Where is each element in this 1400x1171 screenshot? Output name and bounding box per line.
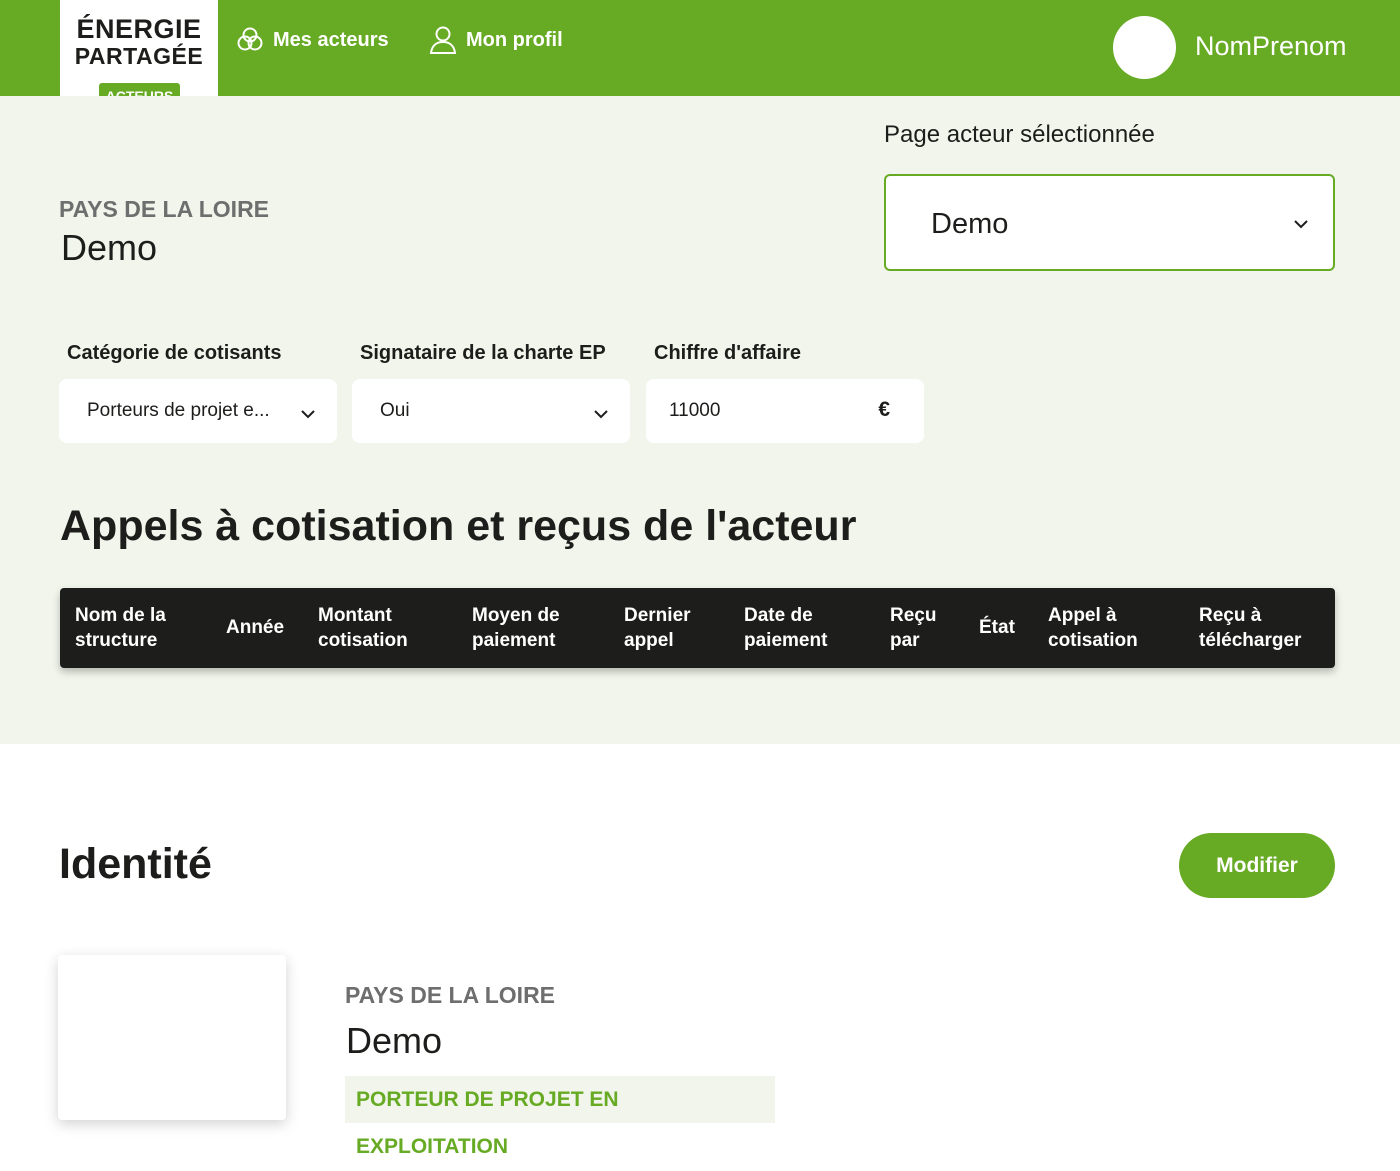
charter-signatory-label: Signataire de la charte EP [360,342,606,364]
column-header[interactable]: Date de paiement [744,603,827,653]
column-header[interactable]: Reçu à télécharger [1199,603,1301,653]
chevron-down-icon [1293,216,1309,234]
logo-line-2: PARTAGÉE [74,43,204,69]
chevron-down-icon [301,406,315,424]
column-header[interactable]: Année [226,615,284,640]
user-avatar[interactable] [1113,16,1176,79]
user-icon [429,25,457,55]
turnover-value: 11000 [669,400,721,421]
username[interactable]: NomPrenom [1195,28,1347,64]
turnover-label: Chiffre d'affaire [654,342,802,364]
column-header[interactable]: Appel à cotisation [1048,603,1138,653]
actor-region: PAYS DE LA LOIRE [59,196,270,222]
column-header[interactable]: Reçu par [890,603,936,653]
circles-icon [236,26,264,54]
identity-name: Demo [346,1020,443,1061]
chevron-down-icon [594,406,608,424]
actor-page-select[interactable]: Demo [884,174,1335,271]
edit-identity-button[interactable]: Modifier [1179,833,1335,898]
identity-region: PAYS DE LA LOIRE [345,982,556,1008]
category-select[interactable]: Porteurs de projet e... [59,379,337,443]
column-header[interactable]: Moyen de paiement [472,603,560,653]
cotisations-title: Appels à cotisation et reçus de l'acteur [60,502,857,550]
nav-mes-acteurs[interactable]: Mes acteurs [236,24,389,56]
nav-mon-profil-label: Mon profil [466,28,563,51]
cotisations-table-header: Nom de la structure Année Montant cotisa… [60,588,1335,668]
column-header[interactable]: Montant cotisation [318,603,408,653]
turnover-input[interactable]: 11000 € [646,379,924,443]
actor-page-select-value: Demo [931,208,1009,240]
charter-signatory-value: Oui [380,400,410,421]
column-header[interactable]: Nom de la structure [75,603,166,653]
column-header[interactable]: Dernier appel [624,603,691,653]
charter-signatory-select[interactable]: Oui [352,379,630,443]
actor-page-select-label: Page acteur sélectionnée [884,121,1155,148]
logo-line-1: ÉNERGIE [76,14,202,44]
nav-mon-profil[interactable]: Mon profil [429,24,563,56]
identity-title: Identité [59,840,212,888]
actor-name: Demo [61,227,158,268]
euro-unit: € [878,398,890,421]
actor-type-badge: PORTEUR DE PROJET EN EXPLOITATION [345,1076,775,1158]
nav-mes-acteurs-label: Mes acteurs [273,28,389,51]
column-header[interactable]: État [979,615,1015,640]
category-label: Catégorie de cotisants [67,342,282,364]
actor-logo-placeholder [58,955,286,1120]
category-select-value: Porteurs de projet e... [87,400,270,421]
